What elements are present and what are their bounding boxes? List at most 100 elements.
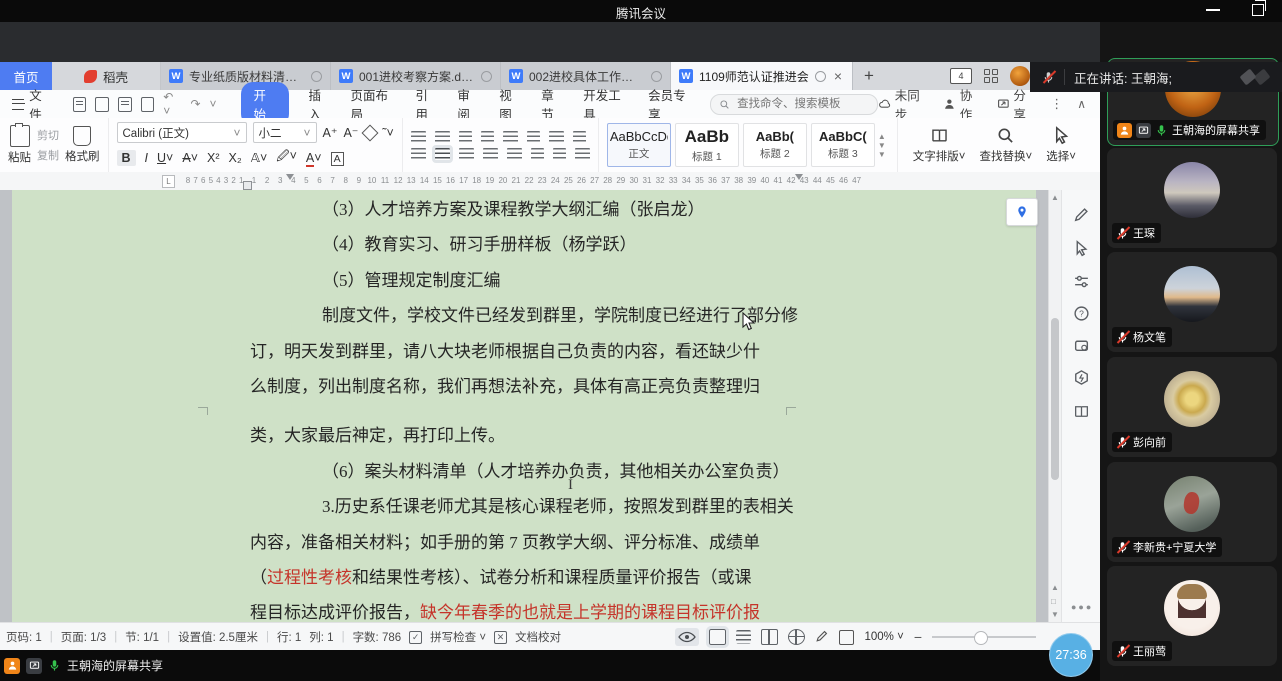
strikethrough-button[interactable]: A˅ [182,151,198,165]
scroll-square-icon[interactable]: □ [1051,597,1056,606]
more-tools-icon[interactable]: ●●● [1071,602,1093,612]
format-painter-button[interactable]: 格式刷 [65,126,100,164]
shading-icon[interactable] [553,148,566,160]
spellcheck-icon[interactable]: ✓ [409,631,422,644]
muted-mic-icon[interactable] [1042,70,1055,85]
restore-icon[interactable] [1252,4,1264,16]
select-button[interactable]: 选择˅ [1039,126,1083,164]
select-cursor-icon[interactable] [1073,240,1090,257]
tabs-icon[interactable] [573,131,586,143]
participant-tile[interactable]: 李新贵+宁夏大学 [1107,462,1277,562]
style-标题 2[interactable]: AaBb(标题 2 [743,123,807,167]
style-gallery-scroll[interactable]: ▲▼▼ [875,133,889,158]
participant-tile[interactable]: 彭向前 [1107,357,1277,457]
horizontal-ruler[interactable]: L 87654321123456789101112131415161718192… [0,172,1100,191]
char-border-button[interactable]: A [331,151,344,165]
scrollbar-thumb[interactable] [1051,318,1059,480]
tab-store[interactable]: 稻壳 [52,62,161,90]
align-right-icon[interactable] [459,148,474,160]
document-text[interactable]: （3）人才培养方案及课程教学大纲汇编（张启龙）（4）教育实习、研习手册样板（杨学… [250,192,784,631]
doc-line[interactable]: 制度文件，学校文件已经发到群里，学院制度已经进行了部分修 [250,298,784,333]
copy-button[interactable]: 复制 [37,147,59,163]
highlight-button[interactable]: 🖉˅ [276,147,297,168]
doc-line[interactable]: （3）人才培养方案及课程教学大纲汇编（张启龙） [250,192,784,227]
participant-tile[interactable]: 杨文笔 [1107,252,1277,352]
doc-line[interactable]: 内容，准备相关材料；如手册的第 7 页教学大纲、评分标准、成绩单 [250,525,784,560]
outline-view-icon[interactable] [736,630,751,644]
ink-icon[interactable] [815,629,829,646]
doc-line[interactable]: （6）案头材料清单（人才培养办负责，其他相关办公室负责） [250,454,784,489]
print-icon[interactable] [118,97,132,112]
pages-indicator-icon[interactable]: 4 [950,68,972,84]
style-标题 1[interactable]: AaBb标题 1 [675,123,739,167]
minimize-icon[interactable] [1206,9,1220,11]
align-left-icon[interactable] [411,148,426,160]
meeting-timer[interactable]: 27:36 [1049,633,1093,677]
eye-protection-icon[interactable] [675,628,699,646]
undo-icon[interactable]: ↶ ˅ [163,90,181,118]
subscript-button[interactable]: X₂ [229,151,242,165]
tab-selector-icon[interactable]: L [162,175,175,188]
zoom-slider-knob[interactable] [974,631,988,645]
numbered-list-icon[interactable] [435,131,450,143]
font-color-button[interactable]: A˅ [306,151,322,165]
document-page[interactable]: （3）人才培养方案及课程教学大纲汇编（张启龙）（4）教育实习、研习手册样板（杨学… [12,190,1036,622]
font-size-select[interactable]: 小二˅ [253,122,317,143]
doc-line[interactable]: （4）教育实习、研习手册样板（杨学跃） [250,227,784,262]
line-spacing-icon[interactable] [531,148,544,160]
document-tab[interactable]: W1109师范认证推进会× [671,62,853,90]
increase-indent-icon[interactable] [481,131,494,143]
participant-tile[interactable]: 王丽莺 [1107,566,1277,666]
superscript-button[interactable]: X² [207,151,220,165]
workspace-grid-icon[interactable] [984,69,998,83]
toolbar-collapse-icon[interactable]: ˅ [210,97,217,111]
first-line-indent-marker[interactable] [286,174,294,180]
zoom-level[interactable]: 100% ˅ [864,631,903,643]
read-layout-icon[interactable] [761,629,778,645]
location-pin-button[interactable] [1006,198,1038,226]
increase-font-icon[interactable]: A⁺ [323,125,338,140]
distribute-icon[interactable] [507,148,522,160]
text-effects-button[interactable]: 𝔸˅ [251,150,268,165]
doc-line[interactable]: （过程性考核和结果性考核）、试卷分析和课程质量评价报告（或课 [250,560,784,595]
adjust-settings-icon[interactable] [1073,273,1090,290]
bullet-list-icon[interactable] [411,131,426,143]
style-标题 3[interactable]: AaBbC(标题 3 [811,123,875,167]
decrease-font-icon[interactable]: A⁻ [343,125,358,140]
command-search-input[interactable] [735,97,859,111]
decrease-indent-icon[interactable] [459,131,472,143]
spellcheck-label[interactable]: 拼写检查 ˅ [430,629,486,645]
phonetic-guide-icon[interactable]: ῀˅ [382,126,393,140]
proofread-label[interactable]: 文档校对 [515,629,561,645]
scroll-up-icon[interactable]: ▲ [1051,193,1059,202]
command-search[interactable] [710,94,878,115]
export-icon[interactable] [95,97,109,112]
next-page-icon[interactable]: ▼ [1051,610,1059,619]
justify-icon[interactable] [483,148,498,160]
proofread-icon[interactable]: ✕ [494,631,507,644]
web-layout-icon[interactable] [788,629,805,645]
borders-icon[interactable] [575,148,590,160]
style-正文[interactable]: AaBbCcDd正文 [607,123,671,167]
vertical-scrollbar[interactable]: ▲ ▲ □ ▼ [1048,190,1062,622]
doc-line[interactable]: 订，明天发到群里，请八大块老师根据自己负责的内容，看还缺少什 [250,334,784,369]
zoom-out-icon[interactable]: − [914,629,922,645]
paste-button[interactable]: 粘贴 [8,125,31,165]
doc-line[interactable]: 类，大家最后神定，再打印上传。 [250,418,784,453]
more-options-icon[interactable]: ⋮ [1050,96,1063,112]
right-indent-marker[interactable] [795,174,803,180]
prev-page-icon[interactable]: ▲ [1051,583,1059,592]
clear-format-icon[interactable] [362,124,379,141]
text-direction-icon[interactable] [549,131,564,143]
reader-mode-icon[interactable] [1073,403,1090,420]
print-preview-icon[interactable] [141,97,155,112]
close-tab-icon[interactable]: × [834,68,842,84]
page-view-icon[interactable] [709,629,726,645]
doc-line[interactable]: （5）管理规定制度汇编 [250,263,784,298]
quick-actions-icon[interactable] [1073,369,1090,386]
left-indent-marker[interactable] [243,181,252,190]
char-scale-icon[interactable] [503,131,518,143]
zoom-slider[interactable] [932,636,1036,638]
bold-button[interactable]: B [117,151,136,165]
format-tools-icon[interactable] [1073,337,1090,354]
